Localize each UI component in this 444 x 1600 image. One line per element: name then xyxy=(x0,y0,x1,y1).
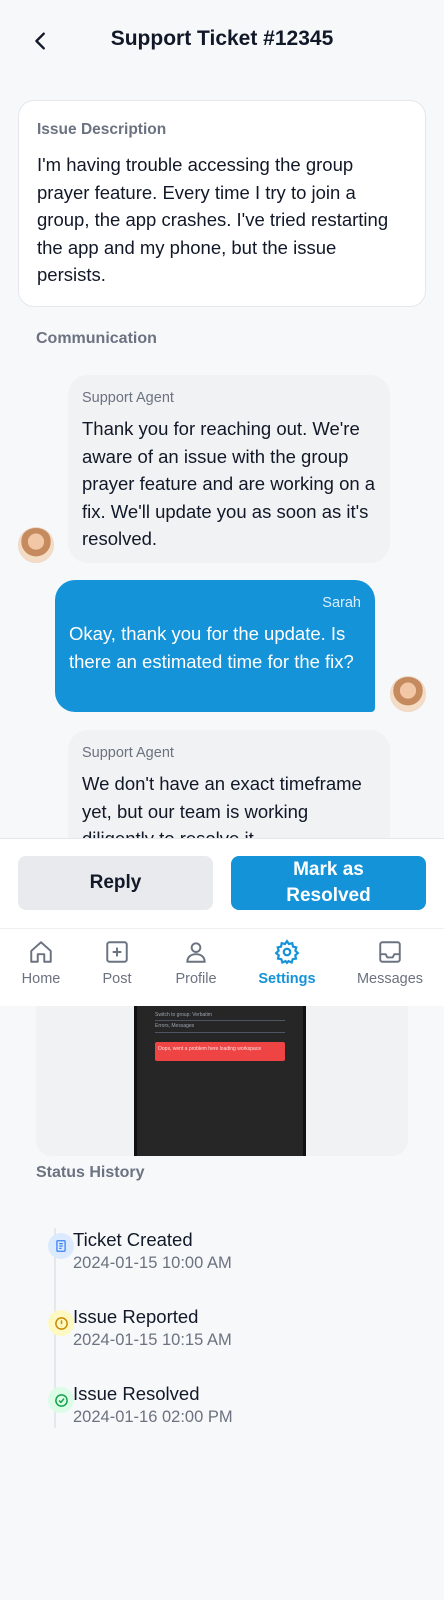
status-time: 2024-01-15 10:15 AM xyxy=(73,1331,232,1349)
nav-label: Post xyxy=(102,971,132,987)
message-sender: Support Agent xyxy=(82,745,174,761)
communication-label: Communication xyxy=(36,330,157,347)
attachment-alert-text: Oops, went a problem here loading worksp… xyxy=(158,1046,262,1052)
alert-circle-icon xyxy=(48,1310,74,1336)
action-bar: Reply Mark as Resolved xyxy=(0,838,444,928)
message-sender: Support Agent xyxy=(82,390,174,406)
bottom-nav: Home Post Profile Settings Messages xyxy=(0,928,444,1006)
status-history-label: Status History xyxy=(36,1164,145,1181)
nav-item-post[interactable]: Post xyxy=(73,939,161,987)
issue-card: Issue Description I'm having trouble acc… xyxy=(18,100,426,307)
plus-square-icon xyxy=(106,941,128,963)
nav-label: Profile xyxy=(175,971,217,987)
issue-label: Issue Description xyxy=(37,121,167,138)
attachment-alert: Oops, went a problem here loading worksp… xyxy=(155,1042,285,1061)
user-icon xyxy=(186,942,206,963)
status-title: Ticket Created xyxy=(73,1229,193,1250)
nav-label: Messages xyxy=(356,971,424,987)
message-text: Thank you for reaching out. We're aware … xyxy=(82,418,376,549)
attachment-line: Switch to group: Verbatim xyxy=(155,1012,212,1018)
attachment-divider xyxy=(155,1020,285,1021)
status-title: Issue Reported xyxy=(73,1306,199,1327)
message-text: We don't have an exact timeframe yet, bu… xyxy=(82,773,362,838)
message-bubble: Support Agent We don't have an exact tim… xyxy=(68,730,390,838)
nav-label: Settings xyxy=(258,971,316,987)
header: Support Ticket #12345 xyxy=(0,0,444,82)
status-time: 2024-01-16 02:00 PM xyxy=(73,1408,233,1426)
nav-item-settings[interactable]: Settings xyxy=(243,939,331,987)
status-time: 2024-01-15 10:00 AM xyxy=(73,1254,232,1272)
message-clip: Support Agent We don't have an exact tim… xyxy=(0,720,444,838)
avatar[interactable] xyxy=(390,676,426,712)
document-icon xyxy=(48,1233,74,1259)
message-bubble: Support Agent Thank you for reaching out… xyxy=(68,375,390,563)
message-sender: Sarah xyxy=(322,595,361,611)
attachment-phone-image: Switch to group: Verbatim Errors, Messag… xyxy=(134,1006,306,1156)
attachment-divider xyxy=(155,1032,285,1033)
message-bubble: Sarah Okay, thank you for the update. Is… xyxy=(55,580,375,712)
issue-text: I'm having trouble accessing the group p… xyxy=(37,154,389,285)
check-circle-icon xyxy=(48,1387,74,1413)
nav-label: Home xyxy=(21,971,61,987)
nav-item-profile[interactable]: Profile xyxy=(152,939,240,987)
nav-item-messages[interactable]: Messages xyxy=(346,939,434,987)
gear-icon xyxy=(274,939,300,965)
avatar[interactable] xyxy=(18,527,54,563)
page-title: Support Ticket #12345 xyxy=(110,27,334,50)
mark-resolved-button[interactable]: Mark as Resolved xyxy=(231,856,426,910)
inbox-icon xyxy=(379,941,401,963)
attachment-line: Errors, Messages xyxy=(155,1023,195,1029)
message-text: Okay, thank you for the update. Is there… xyxy=(69,623,354,672)
home-icon xyxy=(30,941,52,963)
reply-button[interactable]: Reply xyxy=(18,856,213,910)
status-title: Issue Resolved xyxy=(73,1383,200,1404)
